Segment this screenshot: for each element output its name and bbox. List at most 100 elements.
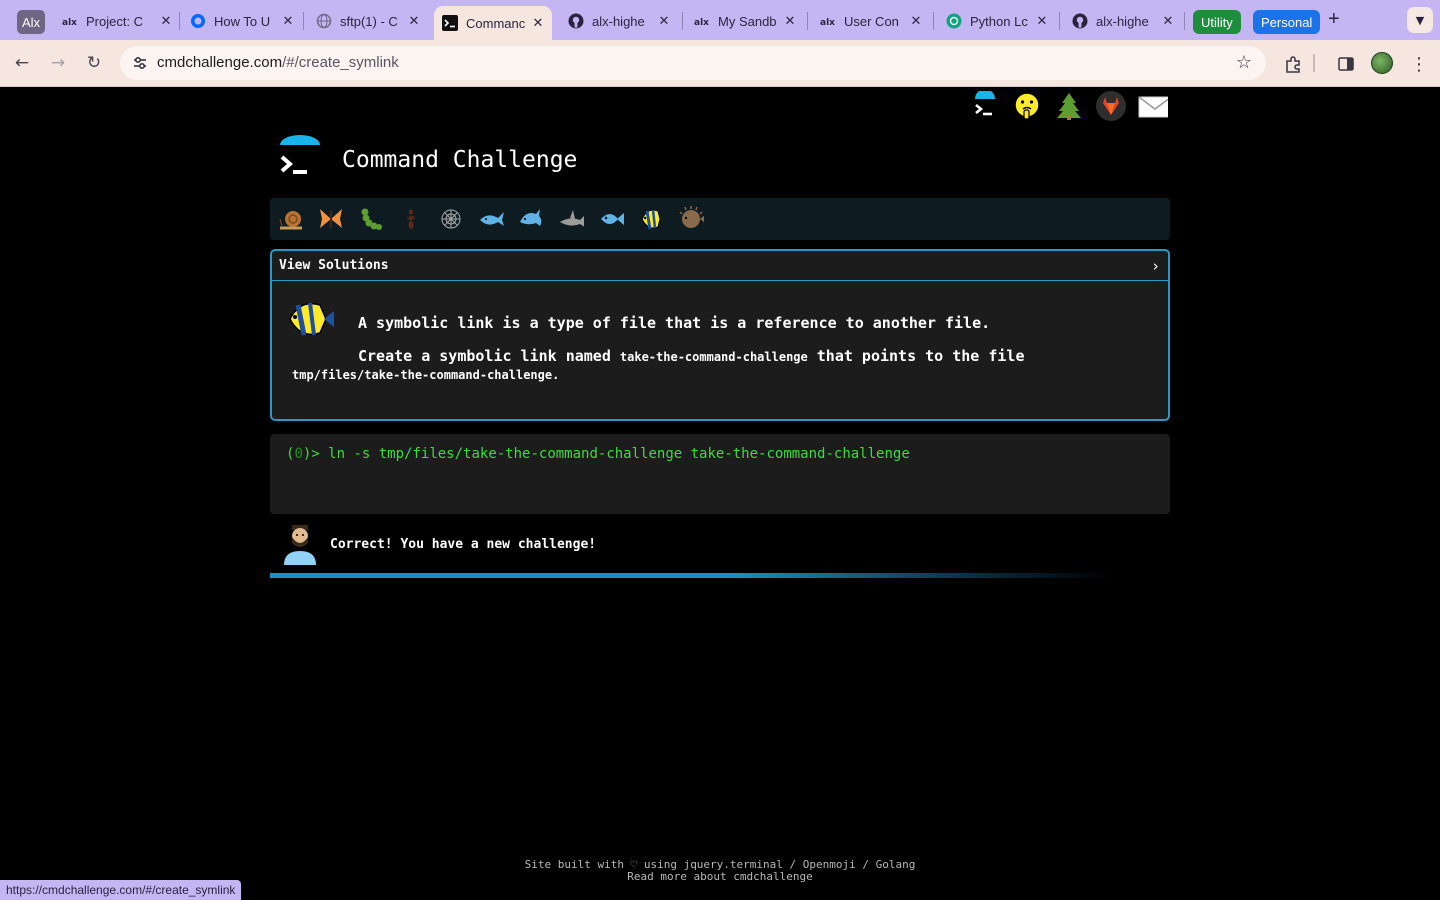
url-path: /#/create_symlink — [282, 54, 399, 71]
bookmark-star-icon[interactable]: ☆ — [1236, 52, 1252, 73]
challenge-instruction: Create a symbolic link named take-the-co… — [358, 347, 1025, 365]
forward-button[interactable]: → — [45, 50, 71, 76]
ant-icon[interactable] — [398, 206, 424, 232]
terminal-icon — [442, 15, 458, 31]
github-icon — [1072, 13, 1088, 29]
instruction-prefix: Create a symbolic link named — [358, 347, 620, 365]
hint-face-icon[interactable] — [1012, 91, 1042, 121]
close-icon[interactable]: ✕ — [280, 13, 296, 29]
close-icon[interactable]: ✕ — [1160, 13, 1176, 29]
extensions-icon[interactable] — [1281, 52, 1305, 76]
tropical-fish-icon[interactable] — [638, 206, 664, 232]
tab-command-challenge[interactable]: Commanc ✕ — [434, 6, 552, 40]
caterpillar-icon[interactable] — [358, 206, 384, 232]
tab-my-sandbox[interactable]: alx My Sandb ✕ — [694, 6, 798, 36]
back-button[interactable]: ← — [9, 50, 35, 76]
alx-icon: alx — [820, 13, 836, 29]
challenge-progress-bar — [270, 198, 1170, 240]
terminal-window[interactable]: (0)> ln -s tmp/files/take-the-command-ch… — [270, 434, 1170, 514]
target-path: tmp/files/take-the-command-challenge — [292, 368, 553, 382]
tab-separator — [303, 12, 304, 30]
tab-group-alx-chip[interactable]: Alx — [17, 10, 45, 34]
url-host: cmdchallenge.com — [157, 54, 283, 71]
svg-text:alx: alx — [820, 18, 835, 26]
snail-icon[interactable] — [278, 206, 304, 232]
blowfish-icon[interactable] — [678, 206, 704, 232]
digitalocean-icon — [190, 13, 206, 29]
whale-icon[interactable] — [478, 206, 504, 232]
site-title: Command Challenge — [342, 147, 578, 173]
globe-icon — [316, 13, 332, 29]
terminal-icon[interactable] — [970, 91, 1000, 121]
tab-label: My Sandb — [718, 13, 777, 29]
tab-separator — [1059, 12, 1060, 30]
tab-label: Project: C — [86, 13, 144, 29]
close-icon[interactable]: ✕ — [908, 13, 924, 29]
tab-label: How To U — [214, 13, 271, 29]
mail-icon[interactable] — [1138, 91, 1168, 121]
tab-user-con[interactable]: alx User Con ✕ — [820, 6, 924, 36]
dolphin-icon[interactable] — [518, 206, 544, 232]
close-icon[interactable]: ✕ — [530, 15, 546, 31]
tab-alx-higher-1[interactable]: alx-highe ✕ — [568, 6, 672, 36]
progress-fill — [270, 573, 1112, 578]
tab-label: sftp(1) - C — [340, 13, 398, 29]
tab-separator — [179, 12, 180, 30]
bearded-person-icon — [282, 523, 318, 565]
close-icon[interactable]: ✕ — [406, 13, 422, 29]
profile-avatar[interactable] — [1371, 52, 1393, 74]
command-challenge-logo-icon — [278, 135, 322, 179]
chevron-right-icon: › — [1150, 256, 1160, 275]
alx-icon: alx — [694, 13, 710, 29]
tab-label: User Con — [844, 13, 899, 29]
side-panel-icon[interactable] — [1334, 52, 1358, 76]
tab-project[interactable]: alx Project: C ✕ — [62, 6, 174, 36]
view-solutions-label: View Solutions — [279, 258, 389, 273]
tab-sftp[interactable]: sftp(1) - C ✕ — [316, 6, 422, 36]
spider-web-icon[interactable] — [438, 206, 464, 232]
butterfly-icon[interactable] — [318, 206, 344, 232]
fish-icon[interactable] — [598, 206, 624, 232]
close-icon[interactable]: ✕ — [158, 13, 174, 29]
svg-text:alx: alx — [694, 18, 709, 26]
tab-group-utility[interactable]: Utility — [1193, 10, 1241, 34]
github-icon — [568, 13, 584, 29]
tab-how-to[interactable]: How To U ✕ — [190, 6, 296, 36]
site-settings-icon[interactable] — [130, 53, 150, 73]
gitlab-icon[interactable] — [1096, 91, 1126, 121]
browser-menu-icon[interactable]: ⋮ — [1407, 52, 1431, 76]
browser-tab-bar: Alx alx Project: C ✕ How To U ✕ sftp(1) … — [0, 0, 1440, 40]
close-icon[interactable]: ✕ — [656, 13, 672, 29]
page-content: Command Challenge View Solutions › A sym… — [0, 87, 1440, 900]
view-solutions-toggle[interactable]: View Solutions › — [272, 251, 1168, 281]
close-icon[interactable]: ✕ — [1034, 13, 1050, 29]
header-icon-row — [970, 91, 1168, 121]
terminal-command-line: (0)> ln -s tmp/files/take-the-command-ch… — [286, 446, 910, 462]
challenge-intro: A symbolic link is a type of file that i… — [358, 314, 991, 332]
shark-icon[interactable] — [558, 206, 584, 232]
tab-alx-higher-2[interactable]: alx-highe ✕ — [1072, 6, 1176, 36]
reload-button[interactable]: ↻ — [81, 50, 107, 76]
tree-icon[interactable] — [1054, 91, 1084, 121]
close-icon[interactable]: ✕ — [782, 13, 798, 29]
tab-separator — [1184, 12, 1185, 30]
tab-label: alx-highe — [592, 13, 645, 29]
tab-label: Commanc — [466, 15, 526, 31]
progress-track — [270, 573, 1170, 578]
challenge-target: tmp/files/take-the-command-challenge. — [292, 368, 559, 382]
tropical-fish-icon — [286, 297, 336, 343]
address-bar[interactable]: cmdchallenge.com/#/create_symlink ☆ — [120, 46, 1266, 80]
prompt-close: )> — [302, 446, 329, 462]
tab-search-button[interactable]: ▼ — [1407, 7, 1433, 33]
new-tab-button[interactable]: + — [1328, 8, 1340, 31]
tab-python[interactable]: Python Lc ✕ — [946, 6, 1050, 36]
tab-separator — [933, 12, 934, 30]
tab-separator — [807, 12, 808, 30]
tab-label: Python Lc — [970, 13, 1028, 29]
tab-group-personal[interactable]: Personal — [1253, 10, 1321, 34]
result-text: Correct! You have a new challenge! — [330, 536, 597, 552]
terminal-command: ln -s tmp/files/take-the-command-challen… — [328, 446, 910, 462]
site-brand[interactable]: Command Challenge — [278, 135, 577, 179]
toolbar-divider — [1313, 54, 1315, 72]
instruction-suffix: that points to the file — [807, 347, 1025, 365]
